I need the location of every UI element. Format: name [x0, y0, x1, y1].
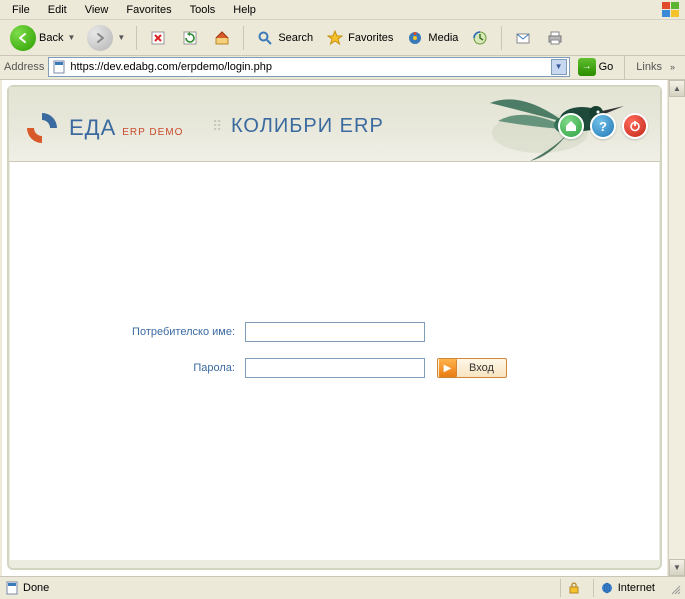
- power-icon: [629, 120, 641, 132]
- media-icon: [405, 28, 425, 48]
- print-button[interactable]: [541, 26, 569, 50]
- go-icon: →: [578, 58, 596, 76]
- forward-button[interactable]: ▼: [83, 23, 129, 53]
- history-icon: [470, 28, 490, 48]
- home-icon: [564, 119, 578, 133]
- links-chevron-icon[interactable]: »: [670, 62, 681, 72]
- header-divider: ⠿: [212, 107, 223, 145]
- media-button[interactable]: Media: [401, 26, 462, 50]
- forward-icon: [87, 25, 113, 51]
- back-label: Back: [39, 32, 63, 44]
- product-title: КОЛИБРИ ERP: [231, 115, 384, 138]
- brand-main: ЕДА: [69, 115, 116, 141]
- login-arrow-icon: ▶: [439, 359, 457, 377]
- help-round-button[interactable]: ?: [590, 113, 616, 139]
- username-input[interactable]: [245, 322, 425, 342]
- favorites-icon: [325, 28, 345, 48]
- resize-grip-icon[interactable]: [667, 581, 681, 595]
- stop-icon: [148, 28, 168, 48]
- favorites-button[interactable]: Favorites: [321, 26, 397, 50]
- menu-favorites[interactable]: Favorites: [118, 2, 179, 18]
- history-button[interactable]: [466, 26, 494, 50]
- zone-label: Internet: [618, 582, 655, 594]
- refresh-icon: [180, 28, 200, 48]
- mail-button[interactable]: [509, 26, 537, 50]
- scroll-down-icon[interactable]: ▼: [669, 559, 685, 576]
- scroll-up-icon[interactable]: ▲: [669, 80, 685, 97]
- favorites-label: Favorites: [348, 32, 393, 44]
- links-label[interactable]: Links: [632, 61, 666, 73]
- separator: [243, 26, 244, 50]
- question-icon: ?: [599, 119, 607, 134]
- page-icon: [51, 59, 67, 75]
- address-dropdown-icon[interactable]: ▼: [551, 59, 567, 75]
- power-round-button[interactable]: [622, 113, 648, 139]
- forward-dropdown-icon: ▼: [117, 33, 125, 42]
- search-icon: [255, 28, 275, 48]
- go-button[interactable]: → Go: [574, 57, 618, 77]
- search-button[interactable]: Search: [251, 26, 317, 50]
- mail-icon: [513, 28, 533, 48]
- scrollbar-track[interactable]: [669, 97, 685, 559]
- menu-edit[interactable]: Edit: [40, 2, 75, 18]
- password-label: Парола:: [10, 362, 245, 374]
- separator: [136, 26, 137, 50]
- address-input[interactable]: [67, 61, 550, 73]
- vertical-scrollbar[interactable]: ▲ ▼: [668, 80, 685, 576]
- search-label: Search: [278, 32, 313, 44]
- stop-button[interactable]: [144, 26, 172, 50]
- windows-flag-icon: [661, 1, 681, 18]
- separator: [624, 55, 625, 79]
- brand-sub: ERP DEMO: [122, 127, 183, 138]
- login-button-label: Вход: [457, 362, 506, 374]
- home-button[interactable]: [208, 26, 236, 50]
- status-text: Done: [23, 582, 49, 594]
- print-icon: [545, 28, 565, 48]
- username-label: Потребителско име:: [10, 326, 245, 338]
- media-label: Media: [428, 32, 458, 44]
- globe-icon: [600, 581, 614, 595]
- home-icon: [212, 28, 232, 48]
- lock-icon: [567, 581, 581, 595]
- refresh-button[interactable]: [176, 26, 204, 50]
- separator: [501, 26, 502, 50]
- address-label: Address: [4, 61, 44, 73]
- back-dropdown-icon: ▼: [67, 33, 75, 42]
- menu-view[interactable]: View: [77, 2, 117, 18]
- eda-logo-icon: [23, 109, 61, 147]
- go-label: Go: [599, 61, 614, 73]
- login-button[interactable]: ▶ Вход: [437, 358, 507, 378]
- address-box[interactable]: ▼: [48, 57, 569, 77]
- password-input[interactable]: [245, 358, 425, 378]
- home-round-button[interactable]: [558, 113, 584, 139]
- back-button[interactable]: Back ▼: [6, 23, 79, 53]
- menu-tools[interactable]: Tools: [182, 2, 224, 18]
- menu-help[interactable]: Help: [225, 2, 264, 18]
- back-icon: [10, 25, 36, 51]
- menu-file[interactable]: File: [4, 2, 38, 18]
